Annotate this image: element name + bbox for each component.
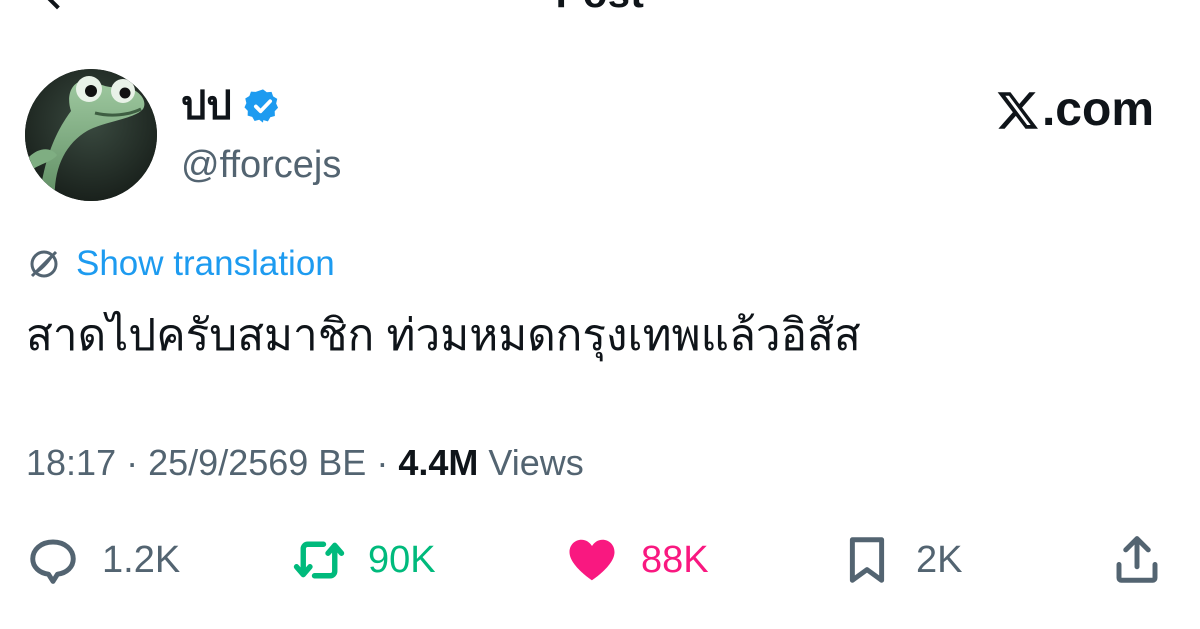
- share-button[interactable]: [1110, 528, 1164, 592]
- repost-button[interactable]: 90K: [292, 528, 436, 592]
- share-icon: [1116, 536, 1158, 583]
- author-handle[interactable]: @fforcejs: [181, 142, 341, 188]
- show-translation-link[interactable]: Show translation: [76, 244, 335, 284]
- reply-count: 1.2K: [102, 538, 181, 581]
- brand-text: .com: [1041, 83, 1154, 136]
- tweet-date[interactable]: 25/9/2569 BE: [148, 442, 366, 483]
- action-bar: 1.2K 90K 88K 2K: [0, 528, 1200, 592]
- brand-watermark: .com: [996, 82, 1154, 138]
- repost-icon: [293, 541, 345, 579]
- views-count: 4.4M: [398, 442, 479, 483]
- tweet-text: สาดไปครับสมาชิก ท่วมหมดกรุงเทพแล้วอิสัส: [26, 311, 861, 360]
- globe-icon: [30, 250, 58, 278]
- translation-row[interactable]: Show translation: [26, 242, 335, 286]
- views-label: Views: [488, 442, 584, 483]
- reply-icon: [30, 539, 76, 584]
- bookmark-count: 2K: [916, 538, 963, 581]
- post-view: Post ปป: [0, 0, 1200, 629]
- author-name-row[interactable]: ปป: [181, 82, 282, 130]
- x-logo-icon: [997, 92, 1038, 129]
- like-button[interactable]: 88K: [565, 528, 709, 592]
- avatar-frog-image: [25, 69, 157, 201]
- avatar[interactable]: [25, 69, 157, 201]
- bookmark-button[interactable]: 2K: [840, 528, 962, 592]
- bookmark-icon: [849, 537, 885, 583]
- reply-button[interactable]: 1.2K: [26, 528, 180, 592]
- tweet-meta: 18:17 · 25/9/2569 BE · 4.4M Views: [26, 440, 584, 486]
- page-title: Post: [0, 0, 1200, 17]
- tweet-time[interactable]: 18:17: [26, 442, 116, 483]
- meta-separator: ·: [126, 442, 139, 483]
- repost-count: 90K: [368, 538, 436, 581]
- author-display-name[interactable]: ปป: [181, 82, 232, 130]
- heart-icon: [569, 539, 615, 581]
- top-bar: Post: [0, 0, 1200, 16]
- meta-separator: ·: [376, 442, 389, 483]
- like-count: 88K: [641, 538, 709, 581]
- verified-badge-icon: [244, 89, 278, 123]
